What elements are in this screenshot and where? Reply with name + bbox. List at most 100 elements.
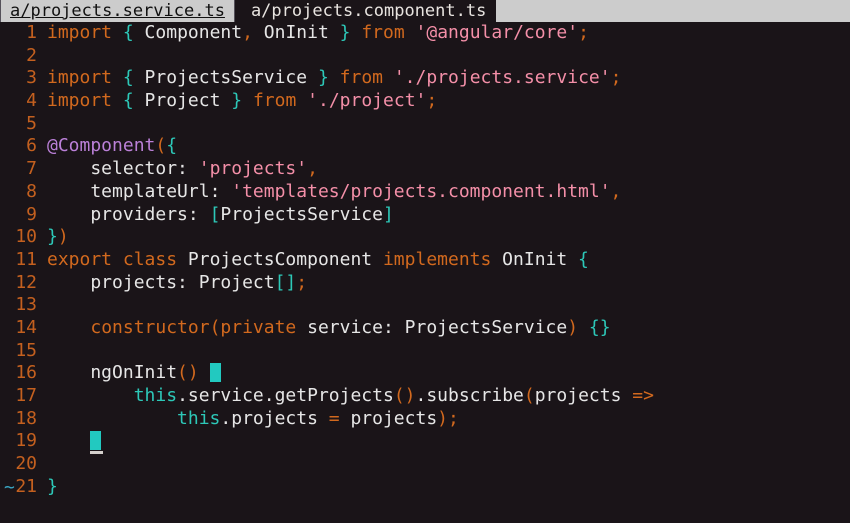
line-content[interactable]: providers: [ProjectsService] (37, 203, 393, 227)
line-content[interactable]: this.projects = projects); (37, 408, 459, 431)
line-content[interactable]: import { Component, OnInit } from '@angu… (37, 22, 589, 45)
code-line[interactable]: 1 import { Component, OnInit } from '@ang… (0, 22, 850, 45)
code-token: ProjectsService (220, 203, 383, 225)
code-line[interactable]: 20 (0, 453, 850, 476)
code-token: this (177, 407, 221, 429)
code-token: , (242, 22, 253, 43)
tab-projects-component[interactable]: a/projects.component.ts (240, 0, 497, 22)
line-content[interactable]: @Component({ (37, 135, 177, 158)
line-content[interactable]: export class ProjectsComponent implement… (37, 249, 589, 272)
code-line[interactable]: 6 @Component({ (0, 135, 850, 158)
code-line[interactable]: 17 this.service.getProjects().subscribe(… (0, 385, 850, 408)
code-token: ( (523, 385, 535, 406)
editor-window: a/projects.service.ts a/projects.compone… (0, 0, 850, 523)
code-area[interactable]: 1 import { Component, OnInit } from '@ang… (0, 22, 850, 523)
code-line[interactable]: 15 (0, 340, 850, 363)
code-token: ) (567, 316, 579, 338)
code-token: from (361, 22, 405, 43)
code-token: : (382, 316, 405, 338)
code-token: , (307, 158, 318, 180)
line-content[interactable]: selector: 'projects', (37, 158, 318, 181)
tab-label: a/projects.service.ts (10, 1, 225, 21)
code-token: '@angular/core' (415, 22, 579, 43)
code-line[interactable]: 11 export class ProjectsComponent impleme… (0, 249, 850, 272)
code-line[interactable]: 14 constructor(private service: Projects… (0, 317, 850, 340)
code-token: {} (588, 316, 611, 338)
code-token: } (47, 475, 58, 497)
code-token: from (339, 67, 383, 89)
tab-projects-service[interactable]: a/projects.service.ts (0, 0, 235, 22)
code-line[interactable]: 19 (0, 430, 850, 455)
line-number: 6 (26, 135, 37, 157)
code-token: import (47, 67, 113, 89)
line-content[interactable]: projects: Project[]; (37, 272, 307, 295)
text-cursor (209, 362, 221, 385)
line-content[interactable]: import { Project } from './project'; (37, 90, 437, 113)
line-content[interactable]: ngOnInit() (37, 362, 221, 385)
code-token: [] (274, 271, 297, 293)
code-token: ProjectsComponent (177, 248, 383, 270)
code-token: class (122, 248, 178, 270)
code-token: private (220, 316, 297, 338)
code-token: 'projects' (198, 158, 308, 180)
code-line[interactable]: 13 (0, 294, 850, 317)
code-token: Project (198, 271, 275, 293)
code-line[interactable]: 9 providers: [ProjectsService] (0, 204, 850, 227)
code-token: export (47, 248, 113, 270)
code-token: ; (296, 271, 308, 293)
line-number: 4 (26, 90, 37, 112)
code-line[interactable]: 8 templateUrl: 'templates/projects.compo… (0, 181, 850, 204)
code-token: './projects.service' (393, 67, 611, 89)
code-line[interactable]: 12 projects: Project[]; (0, 272, 850, 295)
tab-bar-filler (496, 0, 850, 22)
code-token: Project (133, 90, 232, 112)
line-content[interactable]: this.service.getProjects().subscribe(pro… (37, 385, 654, 408)
line-number: 20 (15, 453, 37, 475)
code-token: './project' (307, 90, 427, 112)
code-token: Component (133, 22, 243, 43)
code-token: { (122, 90, 134, 112)
code-token: } (317, 67, 329, 89)
code-token: { (578, 248, 589, 270)
line-number: 3 (26, 67, 37, 89)
code-token: { (122, 22, 134, 43)
code-line[interactable]: 7 selector: 'projects', (0, 158, 850, 181)
line-number: 16 (15, 362, 37, 384)
code-line[interactable]: 18 this.projects = projects); (0, 408, 850, 431)
code-line[interactable]: 3 import { ProjectsService } from './proj… (0, 67, 850, 90)
code-token: ; (578, 22, 589, 43)
code-line[interactable]: 5 (0, 113, 850, 136)
code-token: ProjectsService (404, 316, 568, 338)
line-number: 1 (26, 22, 37, 43)
cursor-block (90, 431, 102, 451)
code-token: selector (47, 158, 178, 180)
code-line[interactable]: 4 import { Project } from './project'; (0, 90, 850, 113)
line-content[interactable] (37, 430, 104, 455)
code-token: @Component (47, 135, 156, 157)
line-number: 2 (26, 44, 37, 66)
line-content[interactable]: templateUrl: 'templates/projects.compone… (37, 181, 621, 204)
line-content[interactable]: constructor(private service: ProjectsSer… (37, 316, 611, 340)
line-content[interactable]: } (37, 476, 58, 499)
line-content[interactable]: import { ProjectsService } from './proje… (37, 67, 621, 90)
code-line[interactable]: 21} (0, 476, 850, 499)
code-token: .subscribe (415, 385, 524, 406)
code-line[interactable]: 10}) (0, 226, 850, 249)
code-line[interactable]: 2 (0, 45, 850, 68)
line-content[interactable]: }) (37, 226, 69, 249)
code-token: : (177, 158, 199, 180)
code-line[interactable]: 16 ngOnInit() (0, 362, 850, 385)
code-token: projects (534, 385, 633, 406)
